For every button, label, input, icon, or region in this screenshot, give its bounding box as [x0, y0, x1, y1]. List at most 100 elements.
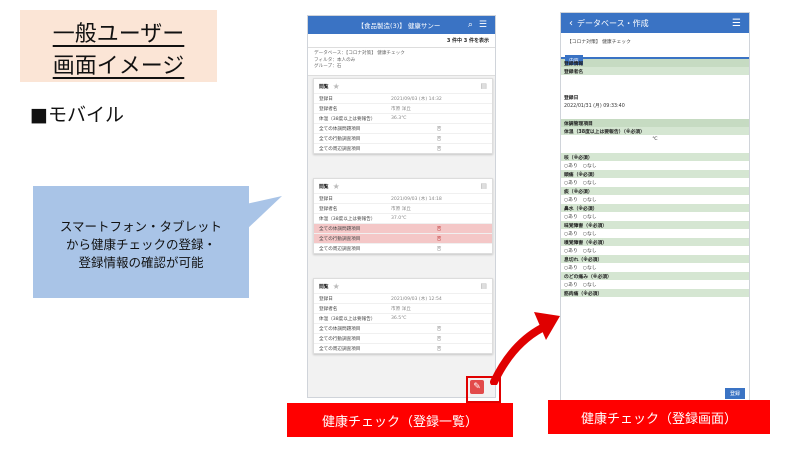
field-label-throat: のどの痛み（※必須）	[561, 272, 749, 280]
row-value: 否	[436, 346, 442, 352]
search-icon[interactable]: ⌕	[468, 20, 473, 30]
radio-group-taste: ○あり ○なし	[561, 229, 749, 238]
view-badge[interactable]: 閲覧	[319, 283, 329, 290]
row-value: 否	[436, 146, 442, 152]
star-icon[interactable]: ★	[333, 82, 340, 91]
row-key: 全ての行動調査項目	[319, 236, 361, 242]
radio-yes[interactable]: ○あり	[564, 162, 578, 169]
radio-group-headache: ○あり ○なし	[561, 178, 749, 187]
slide-title-line1: 一般ユーザー	[52, 22, 185, 47]
field-label-breath: 息切れ（※必須）	[561, 255, 749, 263]
row-key: 全ての周辺調査項目	[319, 246, 361, 252]
row-value: 2021/09/03 (木) 14:18	[391, 196, 442, 202]
card-row: 全ての周辺調査項目 否	[314, 143, 492, 153]
radio-group-throat: ○あり ○なし	[561, 280, 749, 289]
section-reg-info: 登録情報	[561, 59, 749, 67]
star-icon[interactable]: ★	[333, 282, 340, 291]
card-row: 全ての周辺調査項目 否	[314, 243, 492, 253]
mobile-section-label: ■モバイル	[30, 104, 124, 126]
card-row: 全ての体調問題項目 否	[314, 323, 492, 333]
row-value: 市原 洋丘	[391, 206, 411, 212]
row-value: 否	[436, 326, 442, 332]
form-header: ‹ データベース・作成 ☰	[561, 13, 749, 33]
radio-no[interactable]: ○なし	[583, 162, 597, 169]
radio-yes[interactable]: ○あり	[564, 196, 578, 203]
row-value: 否	[436, 236, 442, 242]
row-value: 否	[436, 226, 442, 232]
row-value: 2021/09/03 (木) 12:54	[391, 296, 442, 302]
card-row: 体温（38度以上は要報告） 37.0℃	[314, 213, 492, 223]
card-row-highlighted: 全ての行動調査項目 否	[314, 233, 492, 243]
field-label-phlegm: 痰（※必須）	[561, 187, 749, 195]
radio-yes[interactable]: ○あり	[564, 230, 578, 237]
radio-no[interactable]: ○なし	[583, 281, 597, 288]
radio-group-phlegm: ○あり ○なし	[561, 195, 749, 204]
row-value: 市原 洋丘	[391, 106, 411, 112]
row-value: 否	[436, 126, 442, 132]
field-label-cough: 咳（※必須）	[561, 153, 749, 161]
row-key: 全ての行動調査項目	[319, 136, 361, 142]
radio-no[interactable]: ○なし	[583, 247, 597, 254]
row-key: 体温（38度以上は要報告）	[319, 316, 376, 322]
document-icon[interactable]: ▤	[480, 82, 487, 90]
record-count: 3 件中 3 件を表示	[308, 34, 495, 48]
field-label-runny-nose: 鼻水（※必須）	[561, 204, 749, 212]
record-card[interactable]: 閲覧 ★ ▤ 登録日 2021/09/03 (木) 14:18 登録者名 市原 洋丘…	[313, 178, 493, 254]
callout-line2: から健康チェックの登録・	[65, 237, 216, 252]
document-icon[interactable]: ▤	[480, 282, 487, 290]
radio-no[interactable]: ○なし	[583, 196, 597, 203]
menu-icon[interactable]: ☰	[479, 20, 487, 30]
row-value: 2021/09/03 (木) 14:32	[391, 96, 442, 102]
radio-yes[interactable]: ○あり	[564, 281, 578, 288]
section-condition: 体調管理項目	[561, 119, 749, 127]
card-row: 登録者名 市原 洋丘	[314, 203, 492, 213]
radio-yes[interactable]: ○あり	[564, 247, 578, 254]
submit-button[interactable]: 登録	[724, 388, 745, 399]
radio-no[interactable]: ○なし	[583, 230, 597, 237]
radio-yes[interactable]: ○あり	[564, 179, 578, 186]
row-key: 登録者名	[319, 306, 338, 312]
radio-group-breath: ○あり ○なし	[561, 263, 749, 272]
document-icon[interactable]: ▤	[480, 182, 487, 190]
row-value: 37.0℃	[391, 216, 407, 221]
row-value: 市原 洋丘	[391, 306, 411, 312]
card-row: 登録日 2021/09/03 (木) 14:32	[314, 93, 492, 103]
star-icon[interactable]: ★	[333, 182, 340, 191]
card-row: 登録日 2021/09/03 (木) 12:54	[314, 293, 492, 303]
radio-yes[interactable]: ○あり	[564, 264, 578, 271]
row-key: 全ての行動調査項目	[319, 336, 361, 342]
row-key: 登録者名	[319, 206, 338, 212]
record-card[interactable]: 閲覧 ★ ▤ 登録日 2021/09/03 (木) 12:54 登録者名 市原 洋丘…	[313, 278, 493, 354]
radio-no[interactable]: ○なし	[583, 179, 597, 186]
card-row: 登録者名 市原 洋丘	[314, 303, 492, 313]
row-key: 登録者名	[319, 106, 338, 112]
card-row: 全ての体調問題項目 否	[314, 123, 492, 133]
field-label-temp: 体温（38度以上は要報告）（※必須）	[561, 127, 749, 135]
radio-yes[interactable]: ○あり	[564, 213, 578, 220]
row-key: 登録日	[319, 196, 333, 202]
view-badge[interactable]: 閲覧	[319, 83, 329, 90]
row-value: 否	[436, 246, 442, 252]
card-row: 全ての行動調査項目 否	[314, 333, 492, 343]
form-header-title: データベース・作成	[577, 18, 649, 28]
field-reg-date-value: 2022/01/31 (月) 09:33:40	[564, 104, 625, 109]
callout-tail	[246, 196, 282, 230]
field-label-smell: 嗅覚障害（※必須）	[561, 238, 749, 246]
menu-icon[interactable]: ☰	[732, 18, 741, 29]
form-tabbar: 内容	[561, 47, 749, 65]
radio-no[interactable]: ○なし	[583, 213, 597, 220]
callout-line3: 登録情報の確認が可能	[78, 255, 204, 270]
list-header-title: 【食品製造(3)】 健康サンー	[357, 22, 441, 30]
form-screen-label: 健康チェック（登録画面）	[548, 400, 770, 434]
back-icon[interactable]: ‹	[569, 18, 573, 29]
row-key: 全ての体調問題項目	[319, 326, 361, 332]
view-badge[interactable]: 閲覧	[319, 183, 329, 190]
temp-input[interactable]: ℃	[561, 135, 749, 144]
record-card[interactable]: 閲覧 ★ ▤ 登録日 2021/09/03 (木) 14:32 登録者名 市原 洋丘…	[313, 78, 493, 154]
field-label-taste: 味覚障害（※必須）	[561, 221, 749, 229]
field-reg-name-value	[561, 75, 749, 84]
card-row: 登録者名 市原 洋丘	[314, 103, 492, 113]
radio-no[interactable]: ○なし	[583, 264, 597, 271]
